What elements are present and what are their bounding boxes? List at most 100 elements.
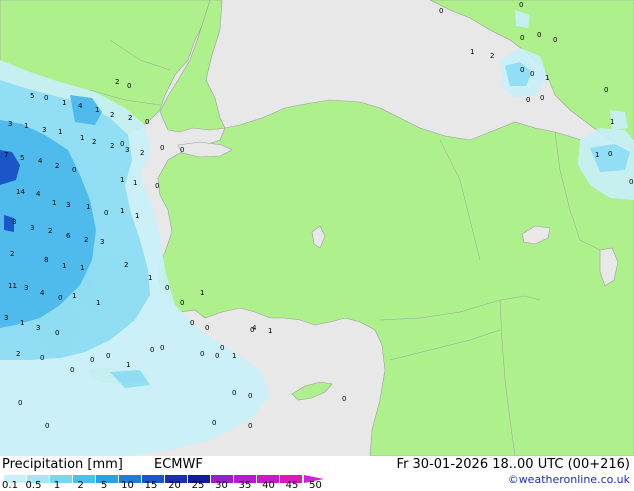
- precip-value: 0: [45, 422, 49, 430]
- precip-value: 1: [86, 203, 90, 211]
- precip-value: 0: [520, 34, 524, 42]
- precip-value: 3: [100, 238, 104, 246]
- precip-value: 2: [128, 114, 132, 122]
- precip-value: 6: [66, 232, 71, 240]
- precip-value: 2: [84, 236, 88, 244]
- precip-value: 0: [220, 344, 224, 352]
- precip-value: 0: [526, 96, 530, 104]
- precip-value: 1: [20, 319, 24, 327]
- legend-title: Precipitation [mm]: [2, 457, 123, 472]
- precip-value: 0: [248, 392, 252, 400]
- precip-value: 0: [160, 344, 164, 352]
- precip-value: 0: [72, 166, 76, 174]
- precip-value: 0: [200, 350, 204, 358]
- precip-value: 0: [180, 146, 184, 154]
- map-canvas: 000 0002 05 01 4 12 2 03 1 3 11 2 2 03 20 07 5 42 01 1 014 41…: [0, 0, 634, 456]
- map-footer: Precipitation [mm] ECMWF Fr 30-01-2026 1…: [0, 456, 634, 491]
- precip-value: 1: [95, 106, 99, 114]
- precip-value: 0: [212, 419, 216, 427]
- precip-value: 0: [104, 209, 108, 217]
- precip-value: 1: [148, 274, 152, 282]
- precip-value: 2: [124, 261, 128, 269]
- precip-value: 1: [80, 134, 84, 142]
- precip-value: 1: [126, 361, 130, 369]
- copyright-link[interactable]: ©weatheronline.co.uk: [508, 473, 630, 486]
- legend-tick-label: 40: [262, 480, 275, 491]
- precip-value: 0: [215, 352, 219, 360]
- precip-value: 1: [470, 48, 474, 56]
- legend-tick-label: 0.5: [25, 480, 42, 491]
- precip-value: 2: [140, 149, 144, 157]
- precip-value: 0: [155, 182, 159, 190]
- legend-tick-label: 10: [121, 480, 134, 491]
- legend-tick-label: 5: [100, 480, 108, 491]
- precip-value: 0: [553, 36, 557, 44]
- precip-value: 5: [20, 154, 24, 162]
- legend-tick-labels: 0.1 0.5 1 2 5 10 15 20 25 30 35 40 45 50: [0, 480, 340, 491]
- precip-value: 0: [145, 118, 149, 126]
- precip-value: 4: [36, 190, 41, 198]
- precip-value: 1: [120, 176, 124, 184]
- precip-value: 0: [520, 66, 524, 74]
- precip-value: 3: [12, 218, 16, 226]
- precip-value: 0: [248, 422, 252, 430]
- precip-value: 2: [10, 250, 14, 258]
- precip-value: 2: [48, 227, 52, 235]
- precip-value: 2: [16, 350, 20, 358]
- precip-value: 0: [44, 94, 48, 102]
- legend-tick-label: 25: [191, 480, 205, 491]
- precip-value: 3: [36, 324, 40, 332]
- precip-value: 0: [530, 70, 534, 78]
- precip-value: 8: [44, 256, 48, 264]
- precip-value: 0: [537, 31, 541, 39]
- precip-value: 1: [62, 262, 66, 270]
- precip-value: 1: [595, 151, 599, 159]
- precip-value: 2: [115, 78, 119, 86]
- precip-value: 0: [127, 82, 131, 90]
- precip-value: 5: [30, 92, 34, 100]
- legend-tick-label: 2: [77, 480, 84, 491]
- precip-value: 1: [610, 118, 614, 126]
- precip-value: 11: [8, 282, 17, 290]
- precip-value: 2: [92, 138, 96, 146]
- precip-value: 1: [232, 352, 236, 360]
- legend-tick-label: 0.1: [2, 480, 18, 491]
- precip-value: 3: [66, 201, 70, 209]
- precip-value: 0: [629, 178, 633, 186]
- precip-value: 0: [232, 389, 236, 397]
- precip-value: 0: [519, 1, 523, 9]
- precip-value: 2: [55, 162, 59, 170]
- precip-value: 4: [40, 289, 45, 297]
- precip-value: 1: [133, 179, 137, 187]
- precip-value: 14: [16, 188, 25, 196]
- precip-value: 2: [110, 142, 114, 150]
- precip-value: 2: [110, 111, 114, 119]
- precip-value: 4: [78, 102, 83, 110]
- precip-value: 3: [30, 224, 34, 232]
- precip-value: 0: [18, 399, 22, 407]
- precip-value: 0: [160, 144, 164, 152]
- precipitation-map: 0 0 0 0 0 0 2 0 5 0 1 4 1 2 2 0 3 1 3 1 1 2 2 0 3 2 0 0 7 5 4 2 0 1 1 0 14 4 1…: [0, 0, 634, 456]
- precip-value: 0: [40, 354, 44, 362]
- precip-value: 1: [96, 299, 100, 307]
- precip-value: 2: [490, 52, 494, 60]
- legend-tick-label: 50: [309, 480, 322, 491]
- precip-value: 3: [125, 146, 129, 154]
- precip-value: 0: [342, 395, 346, 403]
- precip-value: 4: [252, 324, 257, 332]
- precip-value: 0: [58, 294, 62, 302]
- precip-value: 0: [165, 284, 169, 292]
- precip-value: 0: [190, 319, 194, 327]
- legend-tick-label: 15: [144, 480, 158, 491]
- precip-value: 1: [62, 99, 66, 107]
- precip-value: 1: [135, 212, 139, 220]
- legend-tick-label: 1: [53, 480, 61, 491]
- legend-tick-label: 20: [168, 480, 181, 491]
- precip-value: 0: [540, 94, 544, 102]
- precip-value: 7: [4, 151, 8, 159]
- legend-tick-label: 35: [238, 480, 252, 491]
- legend-tick-label: 45: [285, 480, 299, 491]
- precip-value: 1: [545, 74, 549, 82]
- precip-value: 1: [120, 207, 124, 215]
- precip-value: 1: [52, 199, 56, 207]
